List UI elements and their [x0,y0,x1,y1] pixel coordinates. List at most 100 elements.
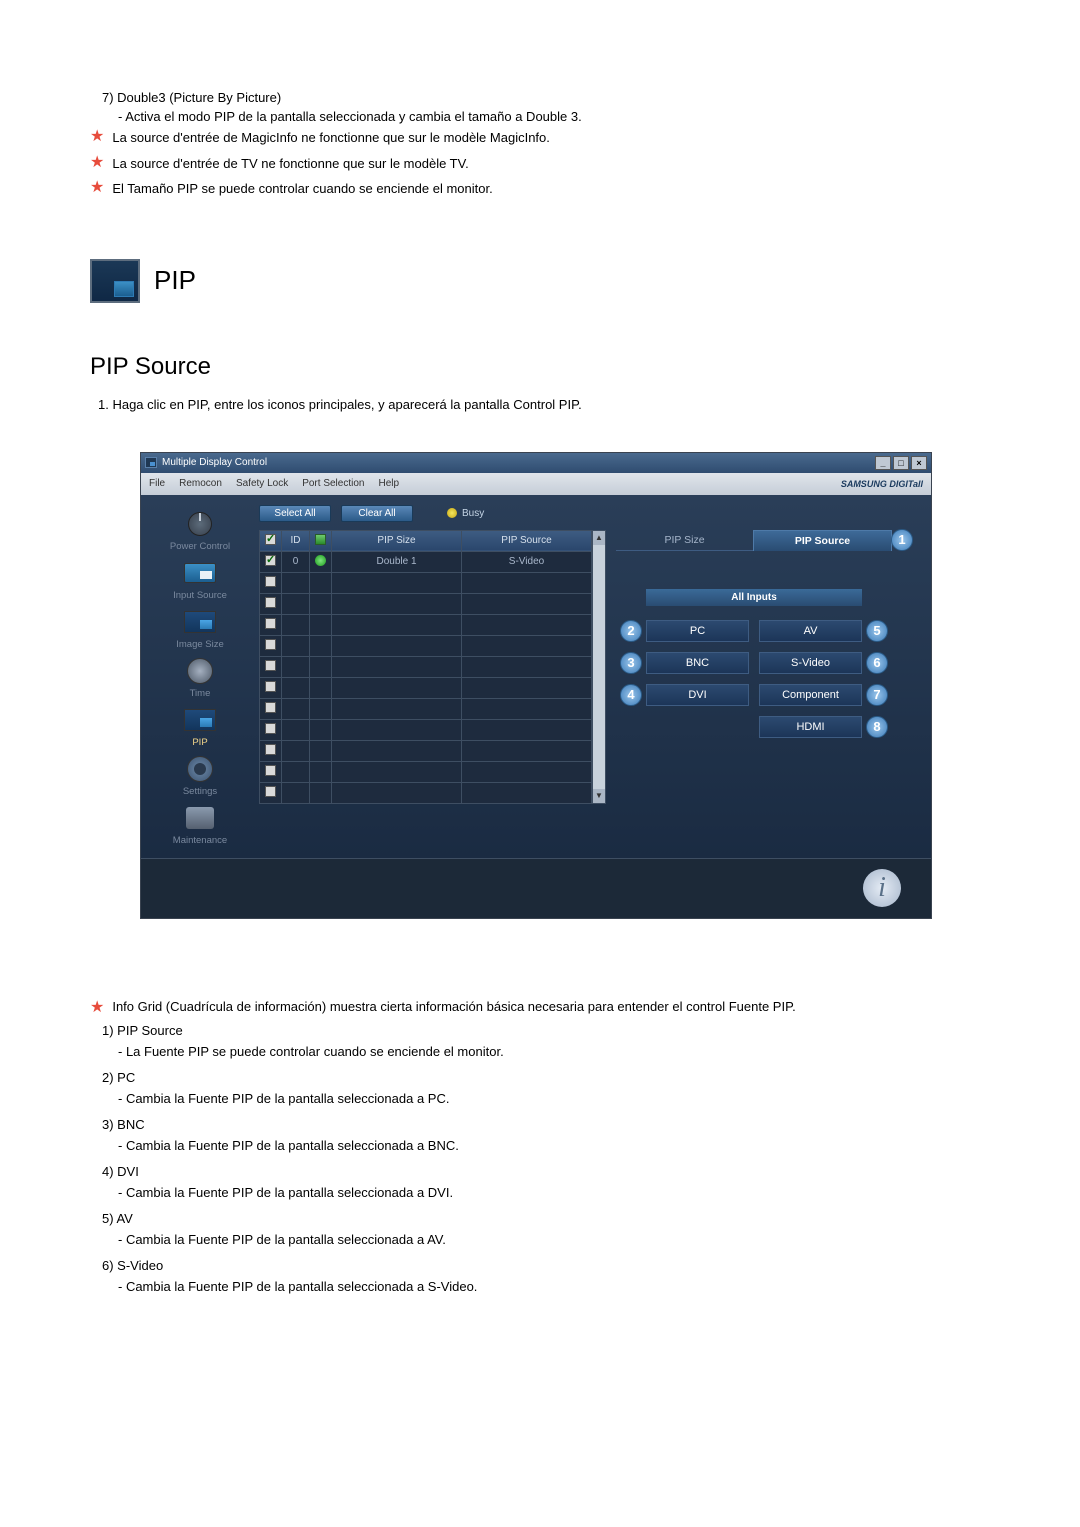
sidebar-item-label: Maintenance [173,835,227,846]
sidebar-item-label: Time [190,688,211,699]
maintenance-icon [186,807,214,829]
row-checkbox[interactable] [265,576,276,587]
list-item-desc: - Cambia la Fuente PIP de la pantalla se… [90,1089,990,1109]
row-checkbox[interactable] [265,639,276,650]
scroll-down-icon[interactable]: ▼ [593,789,605,803]
source-button-component[interactable]: Component [759,684,862,706]
row-checkbox[interactable] [265,765,276,776]
row-checkbox[interactable] [265,681,276,692]
gear-icon [187,756,213,782]
table-row[interactable] [260,656,592,677]
scrollbar[interactable]: ▲ ▼ [592,530,606,804]
row-checkbox[interactable] [265,618,276,629]
table-row[interactable] [260,719,592,740]
source-button-bnc[interactable]: BNC [646,652,749,674]
status-dot-icon [315,555,326,566]
section-heading: PIP [90,259,990,303]
table-row[interactable] [260,698,592,719]
list-item: 3) BNC [90,1115,990,1135]
sidebar-item-input-source[interactable]: Input Source [141,554,259,603]
source-button-hdmi[interactable]: HDMI [759,716,862,738]
all-inputs-label: All Inputs [646,589,862,606]
close-button[interactable]: × [911,456,927,470]
cell-pip-size: Double 1 [332,551,462,572]
scroll-up-icon[interactable]: ▲ [593,531,605,545]
menu-safety-lock[interactable]: Safety Lock [236,478,288,489]
sidebar-item-settings[interactable]: Settings [141,750,259,799]
tab-pip-source[interactable]: PIP Source 1 [753,530,892,551]
source-button-dvi[interactable]: DVI [646,684,749,706]
source-button-svideo[interactable]: S-Video [759,652,862,674]
instruction-step: 1. Haga clic en PIP, entre los iconos pr… [90,397,990,412]
list-item-desc: - La Fuente PIP se puede controlar cuand… [90,1042,990,1062]
busy-indicator-icon [447,508,457,518]
select-all-button[interactable]: Select All [259,505,331,522]
cell-id: 0 [282,551,310,572]
row-checkbox[interactable] [265,555,276,566]
menu-port-selection[interactable]: Port Selection [302,478,364,489]
table-row[interactable] [260,593,592,614]
clear-all-button[interactable]: Clear All [341,505,413,522]
list-item: 2) PC [90,1068,990,1088]
list-item: 4) DVI [90,1162,990,1182]
source-button-av[interactable]: AV [759,620,862,642]
sidebar-item-label: Power Control [170,541,230,552]
table-row[interactable]: 0 Double 1 S-Video [260,551,592,572]
brand-label: SAMSUNG DIGITall [841,479,923,489]
menu-help[interactable]: Help [378,478,399,489]
list-item-desc: - Cambia la Fuente PIP de la pantalla se… [90,1183,990,1203]
table-row[interactable] [260,614,592,635]
header-checkbox[interactable] [260,530,282,551]
sidebar-item-pip[interactable]: PIP [141,701,259,750]
titlebar: Multiple Display Control _ □ × [141,453,931,473]
heading-pip: PIP [154,265,196,296]
table-row[interactable] [260,572,592,593]
row-checkbox[interactable] [265,660,276,671]
info-icon[interactable]: i [863,869,901,907]
table-row[interactable] [260,782,592,803]
callout-badge: 8 [866,716,888,738]
maximize-button[interactable]: □ [893,456,909,470]
table-row[interactable] [260,677,592,698]
sidebar: Power Control Input Source Image Size Ti… [141,495,259,858]
bottom-text-block: ★ Info Grid (Cuadrícula de información) … [90,999,990,1297]
minimize-button[interactable]: _ [875,456,891,470]
pip-screen-icon [90,259,140,303]
callout-badge: 5 [866,620,888,642]
app-icon [145,457,157,468]
star-icon: ★ [90,999,104,1017]
callout-badge: 3 [620,652,642,674]
table-row[interactable] [260,761,592,782]
note-text: Info Grid (Cuadrícula de información) mu… [112,999,795,1017]
table-row[interactable] [260,740,592,761]
menu-file[interactable]: File [149,478,165,489]
callout-badge: 1 [891,529,913,551]
display-table: ID PIP Size PIP Source 0 Double 1 S-Vide… [259,530,592,804]
statusbar: i [141,858,931,918]
tab-pip-size[interactable]: PIP Size [616,530,753,551]
sidebar-item-power-control[interactable]: Power Control [141,505,259,554]
note-text: La source d'entrée de TV ne fonctionne q… [112,154,990,174]
sidebar-item-time[interactable]: Time [141,652,259,701]
row-checkbox[interactable] [265,723,276,734]
note-text: El Tamaño PIP se puede controlar cuando … [112,179,990,199]
window-title: Multiple Display Control [162,457,267,468]
subheading-pip-source: PIP Source [90,353,990,381]
sidebar-item-maintenance[interactable]: Maintenance [141,799,259,848]
source-button-pc[interactable]: PC [646,620,749,642]
list-item-desc: - Activa el modo PIP de la pantalla sele… [90,109,990,124]
callout-badge: 6 [866,652,888,674]
row-checkbox[interactable] [265,597,276,608]
app-window: Multiple Display Control _ □ × File Remo… [140,452,932,919]
star-icon: ★ [90,154,104,172]
sidebar-item-image-size[interactable]: Image Size [141,603,259,652]
menu-remocon[interactable]: Remocon [179,478,222,489]
table-row[interactable] [260,635,592,656]
row-checkbox[interactable] [265,702,276,713]
list-item: 5) AV [90,1209,990,1229]
list-item-desc: - Cambia la Fuente PIP de la pantalla se… [90,1277,990,1297]
row-checkbox[interactable] [265,786,276,797]
image-size-icon [184,611,216,633]
row-checkbox[interactable] [265,744,276,755]
list-item: 6) S-Video [90,1256,990,1276]
